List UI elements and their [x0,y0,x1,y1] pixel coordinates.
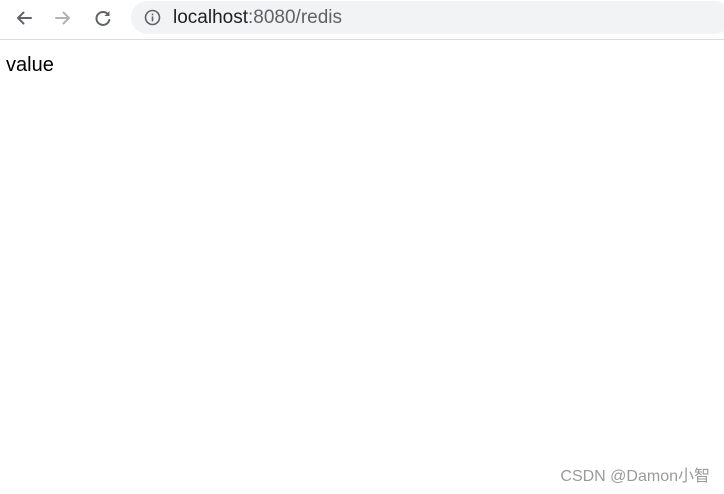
page-body-text: value [6,54,54,76]
url-text[interactable]: localhost:8080/redis [173,8,342,28]
url-path: :8080/redis [248,7,343,28]
arrow-left-icon [17,11,32,25]
reload-icon [95,10,111,26]
browser-toolbar: localhost:8080/redis [0,0,724,40]
url-host: localhost [173,7,248,28]
forward-button[interactable] [47,4,79,32]
arrow-right-icon [55,11,70,25]
info-icon[interactable] [144,9,161,26]
watermark: CSDN @Damon小智 [560,468,710,485]
reload-button[interactable] [87,4,119,32]
back-button[interactable] [8,4,40,32]
address-bar[interactable]: localhost:8080/redis [131,1,724,34]
